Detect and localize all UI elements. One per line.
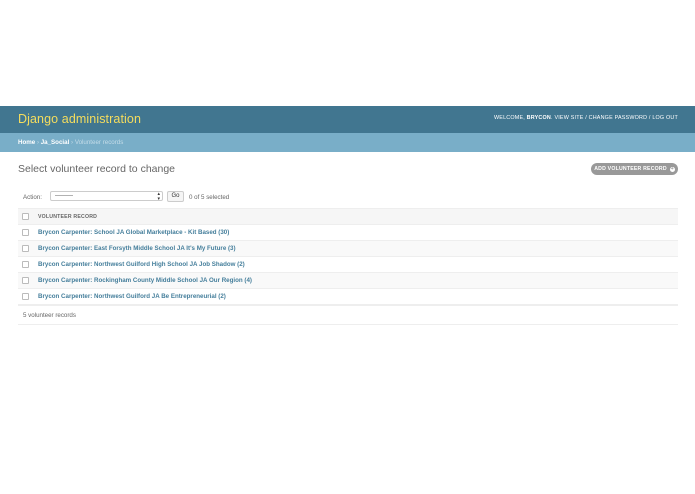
record-cell: Brycon Carpenter: Northwest Guilford Hig…: [38, 256, 678, 273]
row-checkbox-cell: [18, 240, 38, 257]
row-checkbox[interactable]: [22, 260, 29, 268]
breadcrumb-home-link[interactable]: Home: [18, 139, 35, 146]
actions-bar: Action: --------- ▴ ▾ Go 0 of 5 selected: [18, 189, 678, 205]
username: BRYCON: [526, 115, 552, 121]
page-title: Select volunteer record to change: [18, 163, 176, 175]
table-row: Brycon Carpenter: Rockingham County Midd…: [18, 272, 678, 289]
table-row: Brycon Carpenter: Northwest Guilford Hig…: [18, 256, 678, 273]
row-checkbox-cell: [18, 256, 38, 273]
action-select-value: ---------: [55, 193, 73, 199]
result-list-table: VOLUNTEER RECORD Brycon Carpenter: Schoo…: [18, 208, 678, 305]
record-link[interactable]: Brycon Carpenter: East Forsyth Middle Sc…: [38, 245, 236, 252]
breadcrumb-separator: ›: [36, 139, 39, 146]
table-row: Brycon Carpenter: East Forsyth Middle Sc…: [18, 240, 678, 257]
select-arrows-icon: ▴ ▾: [157, 191, 160, 202]
row-checkbox[interactable]: [22, 228, 29, 236]
site-header: Django administration WELCOME, BRYCON. V…: [0, 106, 695, 133]
add-button-label: ADD VOLUNTEER RECORD: [594, 166, 667, 172]
selected-count: 0 of 5 selected: [189, 194, 230, 201]
table-row: Brycon Carpenter: School JA Global Marke…: [18, 224, 678, 241]
plus-icon: +: [669, 165, 675, 172]
breadcrumb-app-link[interactable]: Ja_Social: [41, 139, 70, 146]
row-checkbox[interactable]: [22, 244, 29, 252]
breadcrumb-separator: ›: [71, 139, 74, 146]
row-checkbox-cell: [18, 272, 38, 289]
change-password-link[interactable]: CHANGE PASSWORD: [589, 115, 648, 121]
log-out-link[interactable]: LOG OUT: [652, 115, 678, 121]
go-button[interactable]: Go: [167, 191, 184, 202]
add-volunteer-record-button[interactable]: ADD VOLUNTEER RECORD +: [591, 163, 678, 175]
separator: /: [585, 115, 587, 121]
record-link[interactable]: Brycon Carpenter: School JA Global Marke…: [38, 229, 229, 236]
record-link[interactable]: Brycon Carpenter: Northwest Guilford Hig…: [38, 261, 245, 268]
table-header-row: VOLUNTEER RECORD: [18, 208, 678, 225]
record-cell: Brycon Carpenter: Rockingham County Midd…: [38, 272, 678, 289]
separator: /: [648, 115, 651, 121]
action-label: Action:: [23, 194, 42, 201]
row-checkbox[interactable]: [22, 292, 29, 300]
user-tools: WELCOME, BRYCON. VIEW SITE / CHANGE PASS…: [494, 115, 678, 121]
welcome-text: WELCOME,: [494, 115, 525, 121]
record-cell: Brycon Carpenter: East Forsyth Middle Sc…: [38, 240, 678, 257]
row-checkbox-cell: [18, 288, 38, 305]
row-checkbox-cell: [18, 224, 38, 241]
select-all-cell: [18, 208, 38, 225]
row-checkbox[interactable]: [22, 276, 29, 284]
record-link[interactable]: Brycon Carpenter: Rockingham County Midd…: [38, 277, 252, 284]
site-branding[interactable]: Django administration: [18, 112, 141, 126]
breadcrumb-current: Volunteer records: [74, 139, 124, 146]
record-link[interactable]: Brycon Carpenter: Northwest Guilford JA …: [38, 293, 226, 300]
paginator: 5 volunteer records: [18, 305, 678, 325]
breadcrumb: Home › Ja_Social › Volunteer records: [0, 133, 695, 152]
record-cell: Brycon Carpenter: School JA Global Marke…: [38, 224, 678, 241]
action-select[interactable]: --------- ▴ ▾: [50, 191, 163, 201]
select-all-checkbox[interactable]: [22, 213, 29, 220]
record-cell: Brycon Carpenter: Northwest Guilford JA …: [38, 288, 678, 305]
table-row: Brycon Carpenter: Northwest Guilford JA …: [18, 288, 678, 305]
paginator-count: 5 volunteer records: [23, 312, 76, 319]
view-site-link[interactable]: VIEW SITE: [554, 115, 583, 121]
column-header-volunteer-record[interactable]: VOLUNTEER RECORD: [38, 208, 678, 225]
